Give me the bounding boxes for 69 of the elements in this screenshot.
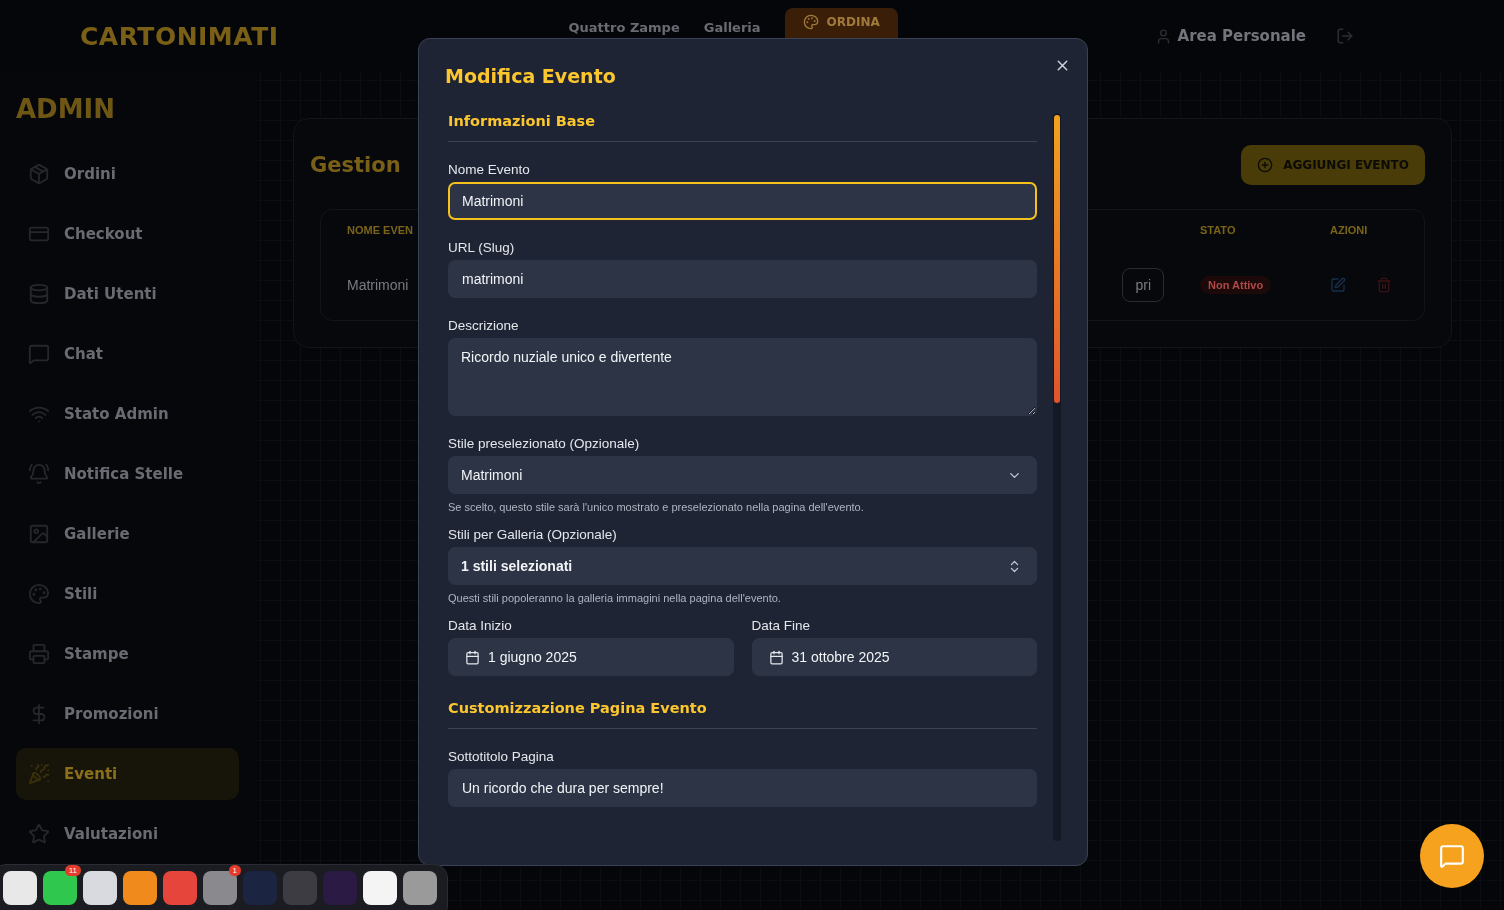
- sidebar-item[interactable]: Valutazioni: [16, 808, 239, 860]
- hint-text: Se scelto, questo stile sarà l'unico mostrato e preselezionato nella pagina dell'evento.: [448, 501, 865, 513]
- plus-circle-icon: [1257, 157, 1274, 173]
- app-icon[interactable]: [43, 871, 77, 905]
- sidebar-item[interactable]: Promozioni: [16, 688, 239, 740]
- sidebar-item[interactable]: Stato Admin: [16, 388, 239, 440]
- sidebar-item[interactable]: Ordini: [16, 148, 239, 200]
- notification-badge: 11: [64, 865, 81, 876]
- text-field[interactable]: matrimoni: [448, 260, 1037, 298]
- palette-icon: [28, 583, 50, 605]
- section-title: Informazioni Base: [448, 113, 596, 129]
- app-icon[interactable]: [403, 871, 437, 905]
- open-link[interactable]: pri: [1122, 268, 1164, 302]
- field-label: URL (Slug): [448, 240, 516, 255]
- app-icon[interactable]: [3, 871, 37, 905]
- hint-text: Questi stili popoleranno la galleria immagini nella pagina dell'evento.: [448, 592, 782, 604]
- column-header: AZIONI: [1330, 224, 1368, 236]
- section-title: Customizzazione Pagina Evento: [448, 700, 707, 716]
- app-icon[interactable]: [83, 871, 117, 905]
- dialog-title: Modifica Evento: [445, 65, 616, 87]
- field-label: Data Inizio: [448, 618, 513, 633]
- field-label: Stili per Galleria (Opzionale): [448, 527, 618, 542]
- sidebar-item[interactable]: Dati Utenti: [16, 268, 239, 320]
- chat-button[interactable]: [1420, 824, 1484, 888]
- field-label: Stile preselezionato (Opzionale): [448, 436, 641, 451]
- star-icon: [28, 823, 50, 845]
- sidebar-item[interactable]: Eventi: [16, 748, 239, 800]
- bell-icon: [28, 463, 50, 485]
- sidebar-item[interactable]: Chat: [16, 328, 239, 380]
- sidebar-item[interactable]: Stampe: [16, 628, 239, 680]
- speech-bubble-icon: [28, 343, 50, 365]
- text-field[interactable]: Un ricordo che dura per sempre!: [448, 769, 1037, 807]
- field-label: Nome Evento: [448, 162, 531, 177]
- page-title: Gestion: [310, 153, 401, 177]
- sidebar-item[interactable]: Stili: [16, 568, 239, 620]
- column-header: STATO: [1200, 224, 1236, 236]
- select-field[interactable]: 1 stili selezionati: [448, 547, 1037, 585]
- sidebar-item[interactable]: Gallerie: [16, 508, 239, 560]
- table-cell: Matrimoni: [347, 277, 409, 293]
- description-field[interactable]: Ricordo nuziale unico e divertente: [448, 338, 1037, 416]
- field-label: Sottotitolo Pagina: [448, 749, 555, 764]
- date-picker[interactable]: 31 ottobre 2025: [751, 638, 1037, 676]
- image-icon: [28, 523, 50, 545]
- nav-link[interactable]: Quattro Zampe: [568, 19, 680, 35]
- select-field[interactable]: Matrimoni: [448, 456, 1037, 494]
- scrollbar[interactable]: [1053, 113, 1061, 841]
- palette-icon: [802, 14, 819, 30]
- status-badge: Non Attivo: [1200, 276, 1272, 294]
- party-popper-icon: [28, 763, 50, 785]
- text-field[interactable]: Matrimoni: [448, 182, 1037, 220]
- printer-icon: [28, 643, 50, 665]
- sidebar-item[interactable]: Notifica Stelle: [16, 448, 239, 500]
- app-icon[interactable]: [363, 871, 397, 905]
- column-header: NOME EVEN: [347, 224, 413, 236]
- sidebar-item[interactable]: Checkout: [16, 208, 239, 260]
- logo[interactable]: CARTONIMATI: [80, 21, 279, 51]
- database-icon: [28, 283, 50, 305]
- field-label: Data Fine: [751, 618, 812, 633]
- calendar-icon: [465, 649, 480, 665]
- date-picker[interactable]: 1 giugno 2025: [448, 638, 734, 676]
- speech-bubble-icon: [1439, 843, 1465, 869]
- account-link[interactable]: Area Personale: [1154, 27, 1306, 45]
- package-icon: [28, 163, 50, 185]
- field-label: Descrizione: [448, 318, 520, 333]
- nav-link[interactable]: Galleria: [703, 19, 761, 35]
- calendar-icon: [768, 649, 784, 665]
- app-icon[interactable]: [123, 871, 157, 905]
- sidebar-title: ADMIN: [16, 94, 115, 124]
- notification-badge: 1: [228, 865, 241, 876]
